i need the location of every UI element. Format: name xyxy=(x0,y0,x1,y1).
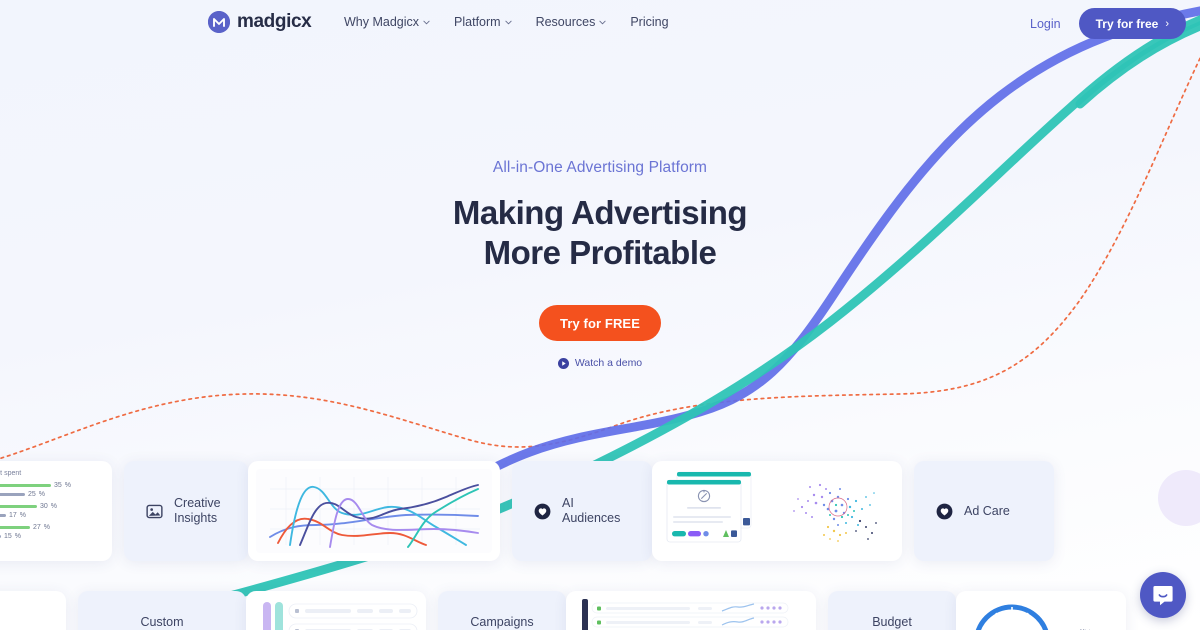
headline-line-2: More Profitable xyxy=(483,234,717,271)
bar-group: 35% 25% xyxy=(0,482,100,498)
bar-spent xyxy=(0,534,1,539)
bar-value: 27 xyxy=(33,524,41,531)
logo-wordmark: madgicx xyxy=(237,11,312,32)
page-title: Making Advertising More Profitable xyxy=(452,193,748,273)
bar-value: 15 xyxy=(4,533,12,540)
bar-row: 15% xyxy=(0,533,100,540)
bar-row: 30% xyxy=(0,503,100,510)
card-label: AI Audiences xyxy=(562,496,621,525)
watch-demo-link[interactable]: Watch a demo xyxy=(557,357,643,369)
feature-card-strip-row-2: Custom Campaigns Budget xyxy=(0,591,1126,630)
campaign-rows-mockup xyxy=(582,599,789,630)
custom-table-mock-card xyxy=(246,591,426,630)
nav-label: Platform xyxy=(454,15,501,29)
main-nav: Why Madgicx Platform Resources Pricing xyxy=(344,15,669,29)
legend-amount-spent: Amount spent xyxy=(0,470,100,477)
chevron-down-icon xyxy=(423,19,430,26)
campaign-rows-mock-card xyxy=(566,591,816,630)
bar-value: 35 xyxy=(54,482,62,489)
multiline-chart-card xyxy=(248,461,500,561)
nav-label: Resources xyxy=(535,15,596,29)
card-label: Creative Insights xyxy=(174,496,221,525)
chart-plot-area xyxy=(256,469,492,553)
logo[interactable]: madgicx xyxy=(208,11,312,33)
header-actions: Login Try for free › xyxy=(1030,8,1186,39)
bar-group: 30% 17% xyxy=(0,503,100,519)
bar-row: 35% xyxy=(0,482,100,489)
ai-audiences-card[interactable]: AI Audiences xyxy=(512,461,652,561)
bar-revenue xyxy=(0,525,30,530)
budget-gauge: 2.9x Minimum: 10x-15x xyxy=(975,604,1104,630)
card-label: Campaigns xyxy=(470,615,534,629)
table-mockup xyxy=(263,602,418,630)
creative-insights-card[interactable]: Creative Insights xyxy=(124,461,248,561)
chat-widget-launcher[interactable] xyxy=(1140,572,1186,618)
bar-spent xyxy=(0,492,25,497)
custom-card[interactable]: Custom xyxy=(78,591,246,630)
bar-revenue xyxy=(0,504,37,509)
bar-group: 27% 15% xyxy=(0,524,100,540)
audience-card-mockup xyxy=(666,471,751,543)
image-picture-icon xyxy=(146,503,163,520)
try-free-label: Try for free xyxy=(1095,16,1159,31)
scatter-points xyxy=(792,483,877,542)
headline-line-1: Making Advertising xyxy=(452,194,748,231)
chevron-down-icon xyxy=(599,19,606,26)
nav-label: Pricing xyxy=(630,15,669,29)
bar-revenue xyxy=(0,483,51,488)
nav-item-platform[interactable]: Platform xyxy=(454,15,512,29)
budget-card[interactable]: Budget xyxy=(828,591,956,630)
play-circle-icon xyxy=(557,357,569,369)
watch-demo-label: Watch a demo xyxy=(574,357,643,369)
card-label: Budget xyxy=(872,615,912,629)
nav-item-resources[interactable]: Resources xyxy=(536,15,607,29)
bar-row: 25% xyxy=(0,491,100,498)
bar-chart-plot: Amount spent 35% 25% 30% 17% 27% 15% xyxy=(0,470,100,552)
bar-value: 25 xyxy=(28,491,36,498)
login-link[interactable]: Login xyxy=(1030,17,1061,31)
revenue-bar-chart-card: Revenue Human Grapefruit Mint Amount spe… xyxy=(0,461,112,561)
bar-row: 17% xyxy=(0,512,100,519)
card-label: Ad Care xyxy=(964,503,1010,518)
feature-card-strip-row-1: Revenue Human Grapefruit Mint Amount spe… xyxy=(0,461,1054,561)
bar-row: 27% xyxy=(0,524,100,531)
nav-item-pricing[interactable]: Pricing xyxy=(630,15,668,29)
card-label: Custom xyxy=(140,615,184,629)
hero-eyebrow: All-in-One Advertising Platform xyxy=(492,159,708,176)
budget-gauge-card: 2.9x Minimum: 10x-15x xyxy=(956,591,1126,630)
heart-pin-icon xyxy=(534,503,551,520)
heart-pin-icon xyxy=(936,503,953,520)
legend-label: Amount spent xyxy=(0,470,22,477)
nav-item-why-madgicx[interactable]: Why Madgicx xyxy=(344,15,430,29)
audience-network-scatter xyxy=(792,483,877,542)
site-header: madgicx Why Madgicx Platform Resources P… xyxy=(0,0,1200,47)
campaigns-card[interactable]: Campaigns xyxy=(438,591,566,630)
edge-card-left xyxy=(0,591,66,630)
ad-care-card[interactable]: Ad Care xyxy=(914,461,1054,561)
audience-mock-card xyxy=(652,461,902,561)
bar-spent xyxy=(0,513,6,518)
try-for-free-cta-button[interactable]: Try for FREE xyxy=(539,305,661,341)
bar-value: 30 xyxy=(40,503,48,510)
hero-section: All-in-One Advertising Platform Making A… xyxy=(0,0,1200,420)
multiline-chart-svg xyxy=(269,477,480,548)
chat-bubble-smile-icon xyxy=(1153,586,1173,606)
nav-label: Why Madgicx xyxy=(344,15,420,29)
bar-value: 17 xyxy=(9,512,17,519)
madgicx-m-circle-icon xyxy=(208,11,230,33)
chevron-right-icon: › xyxy=(1165,17,1169,30)
chevron-down-icon xyxy=(504,19,512,26)
try-for-free-nav-button[interactable]: Try for free › xyxy=(1078,8,1186,39)
